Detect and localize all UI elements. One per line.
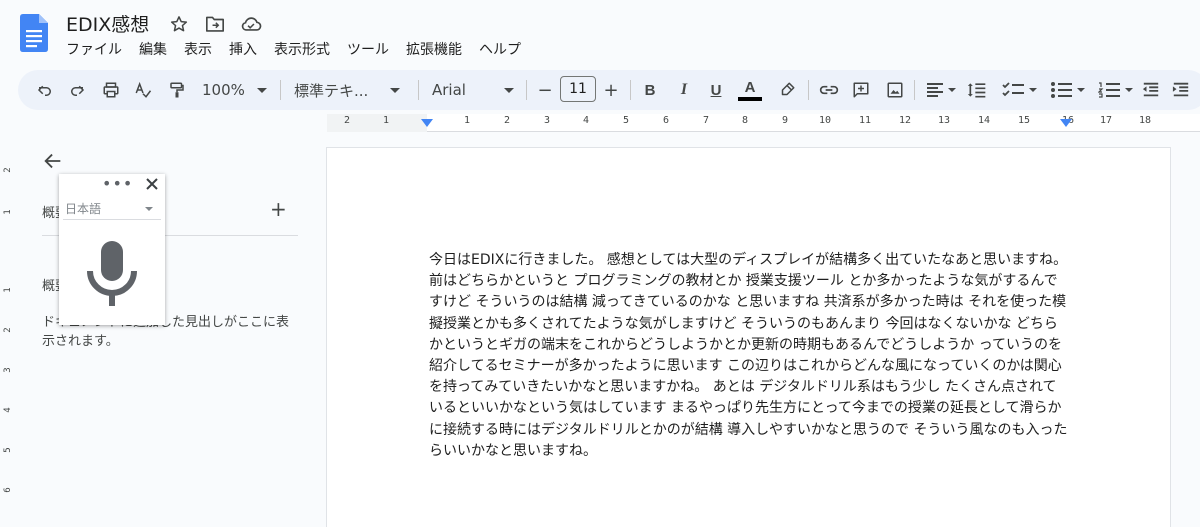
voice-typing-menu-button[interactable]: ••• [102,176,133,192]
menu-help[interactable]: ヘルプ [479,39,529,59]
zoom-dropdown[interactable]: 100% [202,78,272,102]
decrease-font-size-button[interactable]: − [536,78,554,102]
ruler-number: 15 [1017,115,1031,126]
ruler-number: 4 [3,407,13,413]
ruler-number: 3 [543,115,551,126]
vertical-ruler[interactable]: 2 1 1 2 3 4 5 6 [0,135,18,527]
font-dropdown[interactable]: Arial [432,78,516,102]
insert-image-icon[interactable] [884,78,906,102]
increase-font-size-button[interactable]: + [602,78,620,102]
ruler-number: 1 [3,209,13,215]
menu-bar: ファイル 編集 表示 挿入 表示形式 ツール 拡張機能 ヘルプ [66,39,538,59]
app-header: EDIX感想 ファイル 編集 表示 挿入 表示形式 ツール 拡張機能 ヘルプ [0,0,1200,70]
right-indent-marker[interactable] [1060,119,1072,127]
font-size-input[interactable]: 11 [560,76,596,102]
document-page[interactable]: 今日はEDIXに行きました。 感想としては大型のディスプレイが結構多く出ていたな… [327,148,1170,527]
ruler-number: 3 [3,367,13,373]
docs-logo-icon[interactable] [20,14,48,52]
toolbar-divider [526,80,527,100]
document-body-text[interactable]: 今日はEDIXに行きました。 感想としては大型のディスプレイが結構多く出ていたな… [429,250,1069,462]
ruler-number: 1 [3,287,13,293]
move-to-folder-icon[interactable] [204,13,226,35]
ruler-number: 17 [1099,115,1113,126]
ruler-margin [327,114,427,132]
ruler-number: 6 [3,487,13,493]
ruler-number: 5 [3,447,13,453]
ruler-number: 11 [858,115,872,126]
link-icon[interactable] [818,78,840,102]
cloud-saved-icon[interactable] [240,13,262,35]
menu-extensions[interactable]: 拡張機能 [406,39,470,59]
ruler-number: 2 [503,115,511,126]
ruler-number: 8 [741,115,749,126]
ruler-number: 5 [622,115,630,126]
ruler-number: 18 [1138,115,1152,126]
microphone-icon[interactable] [85,239,139,309]
redo-icon[interactable] [66,78,88,102]
chevron-down-icon [256,87,267,93]
ruler-number: 2 [343,115,351,126]
ruler-number: 12 [898,115,912,126]
ruler-number: 14 [977,115,991,126]
text-color-button[interactable]: A [738,78,762,102]
undo-icon[interactable] [34,78,56,102]
menu-view[interactable]: 表示 [184,39,220,59]
menu-file[interactable]: ファイル [66,39,130,59]
close-icon[interactable] [145,177,159,191]
ruler-number: 13 [937,115,951,126]
voice-language-underline [63,219,161,220]
paint-format-icon[interactable] [166,78,188,102]
menu-format[interactable]: 表示形式 [274,39,338,59]
print-icon[interactable] [100,78,122,102]
font-value: Arial [432,81,466,99]
numbered-list-icon[interactable] [1096,78,1136,102]
align-icon[interactable] [924,78,958,102]
menu-insert[interactable]: 挿入 [229,39,265,59]
decrease-indent-icon[interactable] [1140,78,1162,102]
menu-edit[interactable]: 編集 [139,39,175,59]
zoom-value: 100% [202,81,245,99]
toolbar-divider [280,80,281,100]
ruler-number: 4 [582,115,590,126]
ruler-number: 6 [662,115,670,126]
text-color-letter: A [744,78,756,96]
text-color-swatch [738,96,762,101]
ruler-number: 7 [702,115,710,126]
paragraph-style-dropdown[interactable]: 標準テキ... [294,78,406,102]
line-spacing-icon[interactable] [966,78,988,102]
checklist-icon[interactable] [1000,78,1040,102]
ruler-number: 2 [3,327,13,333]
ruler-number: 10 [818,115,832,126]
bold-button[interactable]: B [640,78,660,102]
toolbar: 100% 標準テキ... Arial − 11 + B I U A [18,70,1200,110]
back-arrow-icon[interactable] [42,150,66,174]
chevron-down-icon [390,87,401,93]
chevron-down-icon [503,87,514,93]
horizontal-ruler[interactable]: 2 1 1 2 3 4 5 6 7 8 9 10 11 12 13 14 15 … [327,114,1200,132]
ruler-number: 9 [781,115,789,126]
add-comment-icon[interactable] [850,78,872,102]
ruler-number: 1 [382,115,390,126]
left-indent-marker[interactable] [421,119,433,127]
increase-indent-icon[interactable] [1170,78,1192,102]
toolbar-divider [914,80,915,100]
toolbar-divider [418,80,419,100]
ruler-number: 2 [3,167,13,173]
highlight-icon[interactable] [776,78,798,102]
italic-button[interactable]: I [674,78,694,102]
add-summary-button[interactable]: + [270,199,287,219]
voice-typing-panel: ••• 日本語 [59,174,165,325]
toolbar-divider [808,80,809,100]
chevron-down-icon[interactable] [145,207,153,211]
star-icon[interactable] [168,13,190,35]
ruler-number: 1 [463,115,471,126]
document-title[interactable]: EDIX感想 [66,10,149,37]
toolbar-divider [630,80,631,100]
paragraph-style-value: 標準テキ... [294,81,369,100]
menu-tools[interactable]: ツール [347,39,397,59]
voice-language-select[interactable]: 日本語 [65,200,101,217]
spellcheck-icon[interactable] [132,78,154,102]
bulleted-list-icon[interactable] [1048,78,1088,102]
underline-button[interactable]: U [706,78,726,102]
